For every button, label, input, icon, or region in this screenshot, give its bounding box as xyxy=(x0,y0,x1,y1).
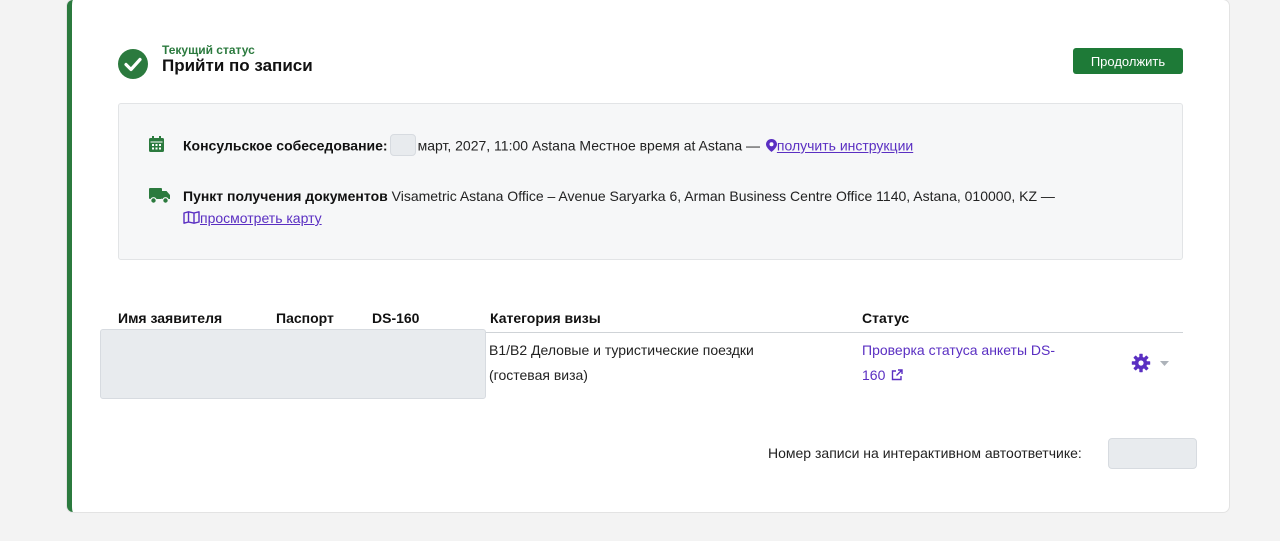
status-title: Прийти по записи xyxy=(162,56,313,75)
redacted-applicant-info xyxy=(100,329,486,399)
status-cell: Проверка статуса анкеты DS- 160 xyxy=(862,338,1055,388)
header-passport: Паспорт xyxy=(276,310,334,326)
ds160-status-link-line2[interactable]: 160 xyxy=(862,367,885,383)
get-instructions-link[interactable]: получить инструкции xyxy=(777,138,913,154)
consular-interview-text: март, 2027, 11:00 Astana Местное время a… xyxy=(417,137,760,154)
pickup-address: Visametric Astana Office – Avenue Saryar… xyxy=(391,188,1055,204)
external-link-icon[interactable] xyxy=(891,369,903,381)
header-status: Статус xyxy=(862,310,910,326)
redacted-ivr-number xyxy=(1108,438,1197,469)
consular-interview-row: Консульское собеседование: март, 2027, 11… xyxy=(183,134,913,158)
gear-icon[interactable] xyxy=(1131,353,1151,373)
visa-category-line1: B1/B2 Деловые и туристические поездки xyxy=(489,342,754,358)
map-marker-icon xyxy=(765,138,777,152)
ivr-number-label: Номер записи на интерактивном автоответч… xyxy=(768,445,1082,461)
truck-icon xyxy=(149,188,170,204)
redacted-day xyxy=(389,134,416,156)
header-visa-category: Категория визы xyxy=(490,310,601,326)
map-icon xyxy=(183,211,200,224)
visa-category-line2: (гостевая виза) xyxy=(489,367,588,383)
continue-button[interactable]: Продолжить xyxy=(1073,48,1183,74)
calendar-icon xyxy=(149,136,164,152)
actions-dropdown[interactable] xyxy=(1131,352,1173,374)
caret-down-icon[interactable] xyxy=(1160,361,1169,366)
pickup-row: Пункт получения документов Visametric As… xyxy=(183,188,1055,204)
header-applicant-name: Имя заявителя xyxy=(118,310,223,326)
visa-category-cell: B1/B2 Деловые и туристические поездки (г… xyxy=(489,338,754,388)
map-link-row: просмотреть карту xyxy=(183,210,322,226)
ds160-status-link-line1[interactable]: Проверка статуса анкеты DS- xyxy=(862,342,1055,358)
consular-interview-label: Консульское собеседование: xyxy=(183,137,388,154)
view-map-link[interactable]: просмотреть карту xyxy=(200,210,322,226)
pickup-label: Пункт получения документов xyxy=(183,188,388,204)
header-ds160: DS-160 xyxy=(372,310,420,326)
appointment-info-box xyxy=(118,103,1183,260)
check-circle-icon xyxy=(118,49,148,79)
status-caption: Текущий статус xyxy=(162,43,255,57)
